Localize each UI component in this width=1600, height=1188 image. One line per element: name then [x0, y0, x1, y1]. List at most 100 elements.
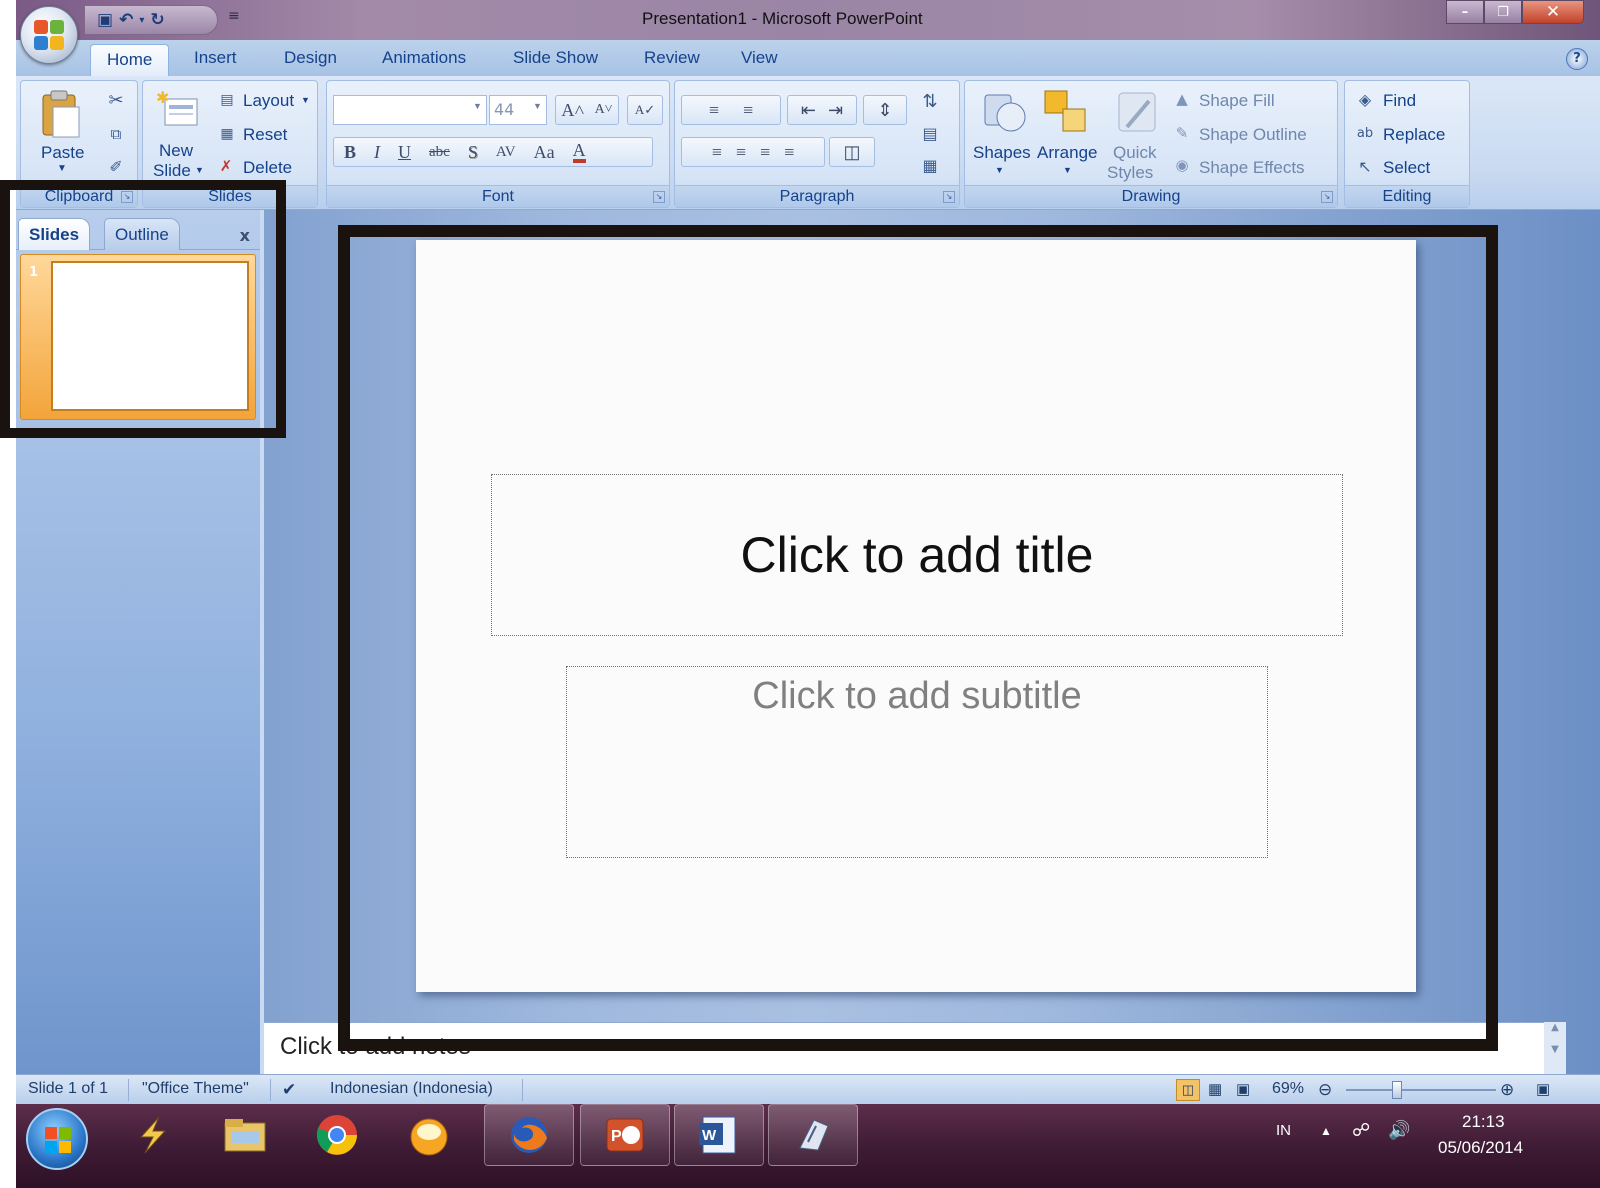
- clock-time[interactable]: 21:13: [1462, 1112, 1505, 1132]
- app-icon[interactable]: [768, 1104, 858, 1166]
- paste-dropdown-icon[interactable]: ▼: [57, 163, 67, 174]
- replace-button[interactable]: Replace: [1383, 125, 1445, 145]
- reset-button[interactable]: Reset: [243, 125, 287, 145]
- shadow-button[interactable]: S: [468, 142, 478, 163]
- new-slide-label-1[interactable]: New: [159, 141, 193, 161]
- tab-home[interactable]: Home: [90, 44, 170, 77]
- zoom-level[interactable]: 69%: [1272, 1080, 1304, 1098]
- slide-show-view-icon[interactable]: ▣: [1236, 1080, 1250, 1098]
- decrease-indent-icon[interactable]: ⇤: [801, 100, 816, 121]
- bold-button[interactable]: B: [344, 142, 356, 163]
- select-button[interactable]: Select: [1383, 158, 1430, 178]
- help-icon[interactable]: ?: [1566, 48, 1588, 70]
- shape-effects-button[interactable]: Shape Effects: [1199, 158, 1305, 178]
- paste-icon[interactable]: [37, 89, 81, 139]
- align-right-icon[interactable]: ≡: [760, 142, 770, 163]
- new-slide-icon[interactable]: ✱: [153, 87, 201, 135]
- undo-dropdown-icon[interactable]: ▾: [139, 15, 144, 26]
- underline-button[interactable]: U: [398, 142, 411, 163]
- shapes-icon[interactable]: [979, 87, 1029, 137]
- shape-effects-icon[interactable]: ◉: [1171, 155, 1193, 175]
- maximize-button[interactable]: ❐: [1484, 0, 1522, 24]
- tab-slides[interactable]: Slides: [18, 218, 91, 250]
- messenger-icon[interactable]: [384, 1104, 474, 1166]
- windows-explorer-icon[interactable]: [200, 1104, 290, 1166]
- vertical-scrollbar[interactable]: ▲ ▼: [1544, 1022, 1566, 1074]
- align-left-icon[interactable]: ≡: [712, 142, 722, 163]
- close-button[interactable]: ✕: [1522, 0, 1584, 24]
- drawing-launcher-icon[interactable]: ↘: [1321, 191, 1333, 203]
- replace-icon[interactable]: ab: [1353, 123, 1377, 143]
- tab-insert[interactable]: Insert: [194, 48, 237, 68]
- tab-animations[interactable]: Animations: [382, 48, 466, 68]
- font-size-dropdown-icon[interactable]: ▼: [533, 101, 542, 111]
- volume-icon[interactable]: 🔊: [1388, 1120, 1410, 1141]
- grow-font-icon[interactable]: A˄: [561, 100, 584, 121]
- format-painter-icon[interactable]: ✐: [105, 155, 127, 177]
- paragraph-launcher-icon[interactable]: ↘: [943, 191, 955, 203]
- font-name-dropdown-icon[interactable]: ▼: [473, 101, 482, 111]
- new-slide-label-2[interactable]: Slide: [153, 161, 191, 181]
- new-slide-dropdown-icon[interactable]: ▼: [195, 165, 204, 175]
- find-button[interactable]: Find: [1383, 91, 1416, 111]
- character-spacing-button[interactable]: AV: [496, 144, 516, 161]
- quick-styles-label-2[interactable]: Styles: [1107, 163, 1153, 183]
- copy-icon[interactable]: ⧉: [105, 123, 127, 145]
- shapes-dropdown-icon[interactable]: ▼: [995, 165, 1004, 175]
- arrange-button[interactable]: Arrange: [1037, 143, 1097, 163]
- align-text-icon[interactable]: ▤: [915, 121, 945, 145]
- tab-review[interactable]: Review: [644, 48, 700, 68]
- language[interactable]: Indonesian (Indonesia): [330, 1080, 493, 1098]
- word-icon[interactable]: W: [674, 1104, 764, 1166]
- font-launcher-icon[interactable]: ↘: [653, 191, 665, 203]
- layout-icon[interactable]: ▤: [217, 91, 237, 109]
- bullets-icon[interactable]: ≡: [709, 100, 719, 121]
- shrink-font-icon[interactable]: A˅: [595, 102, 613, 118]
- font-color-button[interactable]: A: [572, 141, 586, 163]
- input-language-indicator[interactable]: IN: [1276, 1122, 1291, 1139]
- clock-date[interactable]: 05/06/2014: [1438, 1138, 1523, 1158]
- redo-icon[interactable]: ↻: [150, 10, 164, 30]
- undo-icon[interactable]: ↶: [119, 10, 133, 30]
- justify-icon[interactable]: ≡: [784, 142, 794, 163]
- font-name-input[interactable]: [333, 95, 487, 125]
- change-case-button[interactable]: Aa: [534, 142, 555, 163]
- italic-button[interactable]: I: [374, 142, 380, 163]
- firefox-icon[interactable]: [484, 1104, 574, 1166]
- qat-customize-icon[interactable]: ≡: [228, 8, 240, 24]
- reset-icon[interactable]: ▦: [217, 125, 237, 143]
- save-icon[interactable]: ▣: [97, 10, 113, 30]
- spelling-check-icon[interactable]: ✔: [282, 1080, 296, 1100]
- smartart-icon[interactable]: ▦: [915, 153, 945, 177]
- columns-icon[interactable]: ◫: [829, 137, 875, 167]
- paste-button[interactable]: Paste: [41, 143, 84, 163]
- office-button[interactable]: [20, 6, 78, 64]
- align-center-icon[interactable]: ≡: [736, 142, 746, 163]
- delete-icon[interactable]: ✗: [215, 157, 237, 175]
- find-icon[interactable]: ◈: [1353, 89, 1377, 109]
- select-icon[interactable]: ↖: [1353, 156, 1377, 176]
- fit-to-window-icon[interactable]: ▣: [1536, 1080, 1550, 1098]
- shape-outline-icon[interactable]: ✎: [1171, 123, 1193, 143]
- delete-button[interactable]: Delete: [243, 158, 292, 178]
- quick-styles-icon[interactable]: [1113, 87, 1161, 137]
- zoom-out-icon[interactable]: ⊖: [1318, 1080, 1332, 1100]
- quick-styles-label-1[interactable]: Quick: [1113, 143, 1156, 163]
- slide-sorter-view-icon[interactable]: ▦: [1208, 1080, 1222, 1098]
- increase-indent-icon[interactable]: ⇥: [828, 100, 843, 121]
- start-button[interactable]: [26, 1108, 88, 1170]
- chrome-icon[interactable]: [292, 1104, 382, 1166]
- tab-design[interactable]: Design: [284, 48, 337, 68]
- line-spacing-icon[interactable]: ⇕: [863, 95, 907, 125]
- shape-fill-icon[interactable]: ▲: [1171, 89, 1193, 109]
- normal-view-icon[interactable]: ◫: [1176, 1079, 1200, 1101]
- tab-view[interactable]: View: [741, 48, 778, 68]
- zoom-in-icon[interactable]: ⊕: [1500, 1080, 1514, 1100]
- tab-slide-show[interactable]: Slide Show: [513, 48, 598, 68]
- zoom-slider-thumb[interactable]: [1392, 1081, 1402, 1099]
- shape-outline-button[interactable]: Shape Outline: [1199, 125, 1307, 145]
- shapes-button[interactable]: Shapes: [973, 143, 1031, 163]
- show-hidden-icons[interactable]: ▲: [1320, 1124, 1332, 1138]
- cut-icon[interactable]: ✂: [105, 89, 127, 111]
- zoom-slider-track[interactable]: [1346, 1089, 1496, 1091]
